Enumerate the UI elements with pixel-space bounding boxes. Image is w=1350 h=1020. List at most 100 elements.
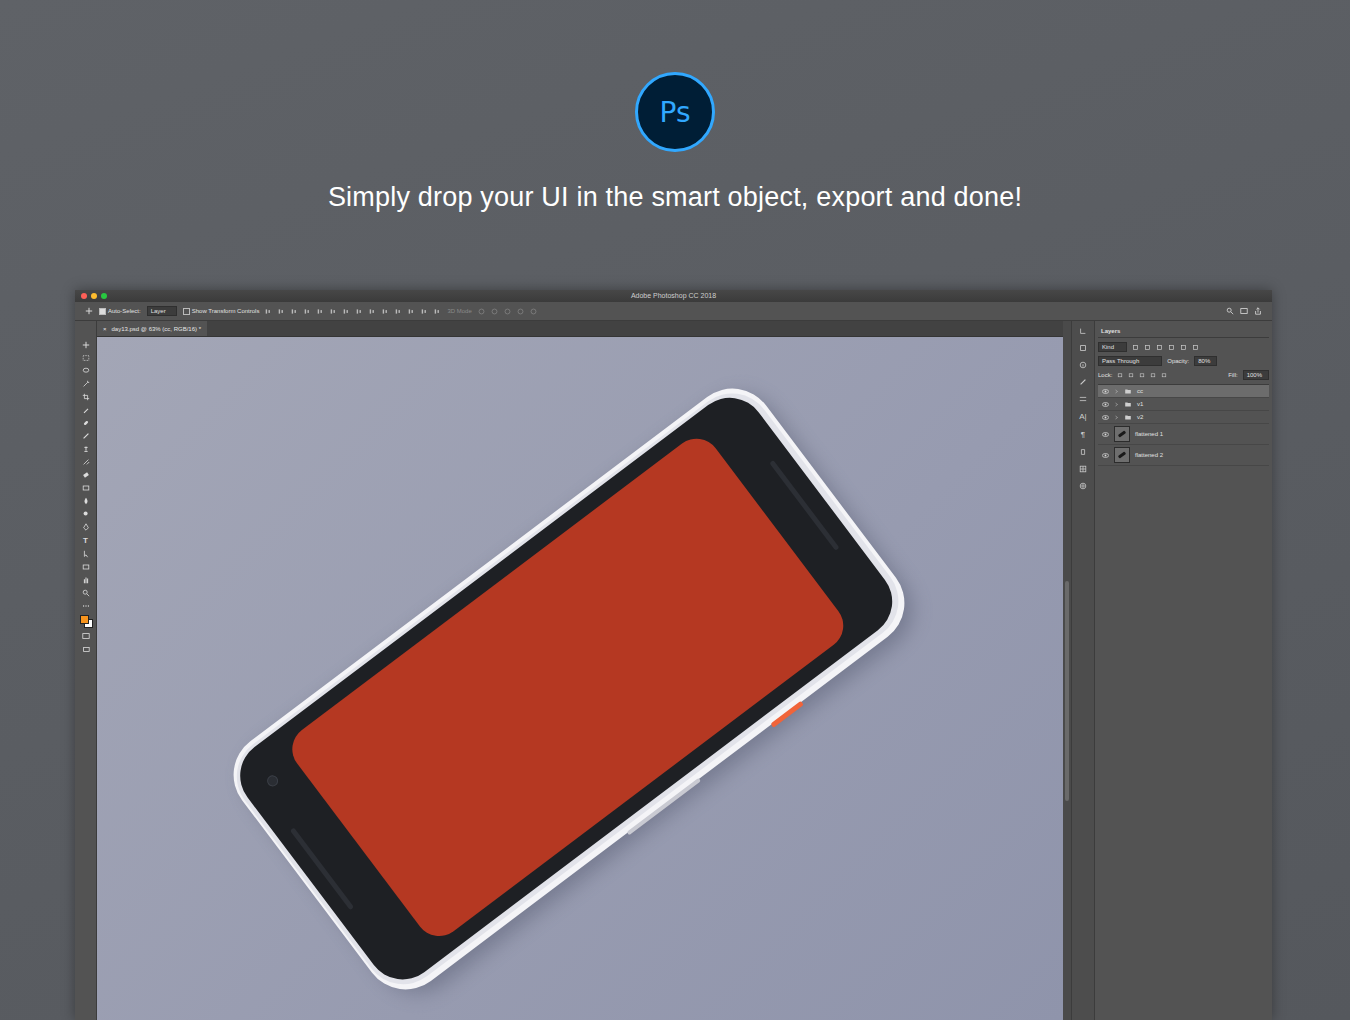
filter-type-icon[interactable] xyxy=(1180,344,1187,351)
lasso-tool-icon[interactable] xyxy=(82,367,90,375)
filter-type-icon[interactable] xyxy=(1156,344,1163,351)
tab-close-button[interactable]: × xyxy=(103,326,107,332)
close-button[interactable] xyxy=(81,293,87,299)
dodge-tool-icon[interactable] xyxy=(82,510,90,518)
info-icon[interactable] xyxy=(1079,361,1087,369)
layer-row[interactable]: cc xyxy=(1098,385,1269,398)
filter-kind-dropdown[interactable]: Kind xyxy=(1098,342,1127,352)
visibility-eye-icon[interactable] xyxy=(1102,401,1109,408)
move-icon[interactable] xyxy=(85,307,93,315)
filter-type-icon[interactable] xyxy=(1168,344,1175,351)
glyphs-icon[interactable] xyxy=(1079,448,1087,456)
wand-tool-icon[interactable] xyxy=(82,380,90,388)
table-icon[interactable] xyxy=(1079,465,1087,473)
layer-row[interactable]: v2 xyxy=(1098,411,1269,424)
lock-option-icon[interactable] xyxy=(1139,372,1145,378)
align-icon[interactable] xyxy=(382,308,389,315)
scrollbar[interactable] xyxy=(1063,321,1071,1020)
properties-icon[interactable] xyxy=(1079,395,1087,403)
expand-chevron-icon[interactable] xyxy=(1114,402,1119,407)
workspace-icon[interactable] xyxy=(1240,307,1248,315)
eraser-tool-icon[interactable] xyxy=(82,471,90,479)
align-icon[interactable] xyxy=(408,308,415,315)
move-tool-icon[interactable] xyxy=(82,341,90,349)
crop-tool-icon[interactable] xyxy=(82,393,90,401)
align-icon[interactable] xyxy=(369,308,376,315)
more-tool-icon[interactable] xyxy=(82,602,90,610)
visibility-eye-icon[interactable] xyxy=(1102,431,1109,438)
align-icon[interactable] xyxy=(421,308,428,315)
show-transform-checkbox[interactable]: Show Transform Controls xyxy=(183,308,260,315)
select-tool-icon[interactable] xyxy=(82,550,90,558)
layer-name: v2 xyxy=(1137,414,1143,420)
opacity-field[interactable]: 80% xyxy=(1194,356,1217,366)
adjust-icon[interactable] xyxy=(1079,344,1087,352)
visibility-eye-icon[interactable] xyxy=(1102,388,1109,395)
blur-tool-icon[interactable] xyxy=(82,497,90,505)
canvas[interactable] xyxy=(97,337,1063,1020)
screen-mode-icon[interactable] xyxy=(82,645,90,653)
character-panel-icon[interactable]: A| xyxy=(1079,412,1086,421)
gradient-tool-icon[interactable] xyxy=(82,484,90,492)
align-icon[interactable] xyxy=(395,308,402,315)
3d-tool-icon[interactable] xyxy=(530,308,537,315)
lock-option-icon[interactable] xyxy=(1117,372,1123,378)
target-dropdown[interactable]: Layer xyxy=(147,306,177,316)
expand-chevron-icon[interactable] xyxy=(1114,389,1119,394)
quick-mask-icon[interactable] xyxy=(82,632,90,640)
align-icon[interactable] xyxy=(356,308,363,315)
lock-option-icon[interactable] xyxy=(1161,372,1167,378)
layer-row[interactable]: v1 xyxy=(1098,398,1269,411)
folder-icon[interactable] xyxy=(1124,401,1132,408)
align-icon[interactable] xyxy=(330,308,337,315)
character-panel-icon[interactable]: ¶ xyxy=(1081,430,1085,439)
marquee-tool-icon[interactable] xyxy=(82,354,90,362)
stamp-tool-icon[interactable] xyxy=(82,445,90,453)
3d-tool-icon[interactable] xyxy=(478,308,485,315)
folder-icon[interactable] xyxy=(1124,388,1132,395)
color-swatches[interactable] xyxy=(80,615,92,627)
lock-option-icon[interactable] xyxy=(1128,372,1134,378)
eyedrop-tool-icon[interactable] xyxy=(82,406,90,414)
libraries-icon[interactable] xyxy=(1079,482,1087,490)
layer-row[interactable]: flattened 1 xyxy=(1098,424,1269,445)
brush-tool-icon[interactable] xyxy=(82,432,90,440)
visibility-eye-icon[interactable] xyxy=(1102,452,1109,459)
align-icon[interactable] xyxy=(434,308,441,315)
zoom-button[interactable] xyxy=(101,293,107,299)
filter-type-icon[interactable] xyxy=(1132,344,1139,351)
hand-tool-icon[interactable] xyxy=(82,576,90,584)
folder-icon[interactable] xyxy=(1124,414,1132,421)
type-tool[interactable]: T xyxy=(83,536,88,545)
align-icon[interactable] xyxy=(278,308,285,315)
align-icon[interactable] xyxy=(265,308,272,315)
align-icon[interactable] xyxy=(317,308,324,315)
auto-select-checkbox[interactable]: Auto-Select: xyxy=(99,308,141,315)
search-icon[interactable] xyxy=(1226,307,1234,315)
align-icon[interactable] xyxy=(291,308,298,315)
pen-tool-icon[interactable] xyxy=(82,523,90,531)
layer-row[interactable]: flattened 2 xyxy=(1098,445,1269,466)
fill-field[interactable]: 100% xyxy=(1243,370,1269,380)
history-tool-icon[interactable] xyxy=(82,458,90,466)
brush-settings-icon[interactable] xyxy=(1079,378,1087,386)
3d-tool-icon[interactable] xyxy=(491,308,498,315)
align-icon[interactable] xyxy=(304,308,311,315)
document-tab[interactable]: ×day13.psd @ 63% (cc, RGB/16) * xyxy=(97,321,207,336)
layers-tab[interactable]: Layers xyxy=(1098,328,1123,334)
filter-type-icon[interactable] xyxy=(1144,344,1151,351)
expand-chevron-icon[interactable] xyxy=(1114,415,1119,420)
blend-mode-dropdown[interactable]: Pass Through xyxy=(1098,356,1162,366)
minimize-button[interactable] xyxy=(91,293,97,299)
share-icon[interactable] xyxy=(1254,307,1262,315)
3d-tool-icon[interactable] xyxy=(504,308,511,315)
visibility-eye-icon[interactable] xyxy=(1102,414,1109,421)
align-icon[interactable] xyxy=(343,308,350,315)
filter-type-icon[interactable] xyxy=(1192,344,1199,351)
3d-tool-icon[interactable] xyxy=(517,308,524,315)
history-icon[interactable] xyxy=(1079,327,1087,335)
rect-tool-icon[interactable] xyxy=(82,563,90,571)
heal-tool-icon[interactable] xyxy=(82,419,90,427)
lock-option-icon[interactable] xyxy=(1150,372,1156,378)
zoom-tool-icon[interactable] xyxy=(82,589,90,597)
